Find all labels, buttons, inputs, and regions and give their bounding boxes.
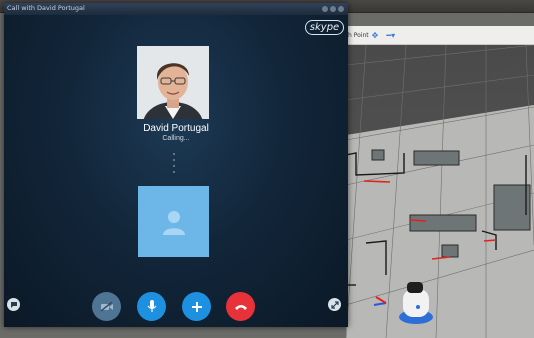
tool-label: h Point bbox=[348, 31, 369, 39]
tool-2d-nav-goal[interactable]: h Point ✥ bbox=[348, 31, 378, 40]
contact-name: David Portugal bbox=[143, 123, 209, 134]
map-view bbox=[346, 45, 534, 338]
maximize-button[interactable] bbox=[330, 6, 336, 12]
3d-viewport[interactable] bbox=[346, 45, 534, 338]
chat-icon bbox=[10, 301, 17, 308]
plus-icon bbox=[191, 301, 202, 312]
add-button[interactable] bbox=[182, 292, 211, 321]
rviz-toolbar: h Point ✥ ━▾ bbox=[346, 26, 534, 45]
plus-move-icon: ✥ bbox=[371, 30, 379, 40]
self-avatar bbox=[138, 186, 209, 257]
skype-call-window: Call with David Portugal skype David Por… bbox=[4, 3, 348, 327]
expand-icon bbox=[330, 300, 339, 309]
minimize-button[interactable] bbox=[322, 6, 328, 12]
minus-dropdown-icon: ━▾ bbox=[386, 30, 396, 40]
window-titlebar: Call with David Portugal bbox=[4, 3, 348, 15]
phone-hangup-icon bbox=[234, 304, 247, 310]
end-call-button[interactable] bbox=[226, 292, 255, 321]
calling-progress-dots bbox=[172, 153, 176, 177]
user-silhouette-icon bbox=[162, 210, 185, 235]
video-off-icon bbox=[100, 301, 113, 312]
chat-button[interactable] bbox=[7, 298, 20, 311]
tool-dropdown[interactable]: ━▾ bbox=[386, 31, 395, 40]
video-toggle-button[interactable] bbox=[92, 292, 121, 321]
fullscreen-button[interactable] bbox=[328, 298, 341, 311]
microphone-icon bbox=[147, 300, 156, 312]
call-status: Calling... bbox=[162, 135, 190, 142]
close-button[interactable] bbox=[338, 6, 344, 12]
microphone-button[interactable] bbox=[137, 292, 166, 321]
skype-logo: skype bbox=[305, 20, 344, 35]
window-title: Call with David Portugal bbox=[7, 4, 85, 12]
contact-photo bbox=[137, 46, 209, 119]
